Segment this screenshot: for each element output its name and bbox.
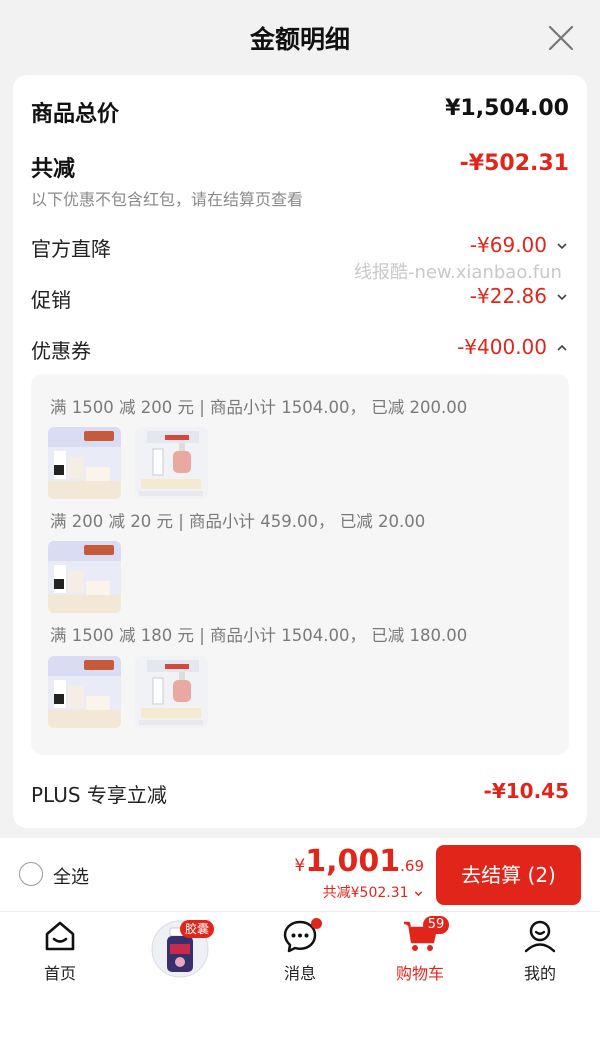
home-icon <box>45 921 75 951</box>
coupon-rule: 满 1500 减 180 元 | 商品小计 1504.00， 已减 180.00 <box>50 626 468 645</box>
discount-row-promotion[interactable]: 促销 -¥22.86 <box>31 284 569 312</box>
coupon-rule: 满 1500 减 200 元 | 商品小计 1504.00， 已减 200.00 <box>50 398 468 417</box>
checkout-button[interactable]: 去结算 (2) <box>436 845 581 905</box>
coupon-rule: 满 200 减 20 元 | 商品小计 459.00， 已减 20.00 <box>50 512 426 531</box>
discount-value: -¥22.86 <box>469 284 547 308</box>
tab-label: 首页 <box>43 964 76 983</box>
tab-home[interactable]: 首页 <box>0 912 120 992</box>
coupon-detail-box: 满 1500 减 200 元 | 商品小计 1504.00， 已减 200.00 <box>31 374 569 755</box>
goods-total-label: 商品总价 <box>31 102 120 127</box>
page-title: 金额明细 <box>249 25 350 54</box>
saving-summary[interactable]: 共减¥502.31 <box>323 882 424 902</box>
discount-label: 优惠券 <box>31 339 91 363</box>
cart-count-badge: 59 <box>423 916 449 934</box>
discount-note: 以下优惠不包含红包，请在结算页查看 <box>31 190 304 209</box>
total-decimal: .69 <box>400 857 424 875</box>
tab-label: 消息 <box>283 964 316 983</box>
tab-profile[interactable]: 我的 <box>480 912 600 992</box>
chevron-down-icon <box>414 890 423 896</box>
select-all-label[interactable]: 全选 <box>53 863 89 889</box>
discount-row-coupon[interactable]: 优惠券 -¥400.00 <box>31 335 569 363</box>
chevron-down-icon <box>557 243 567 250</box>
plus-discount-label: PLUS 专享立减 <box>31 783 167 807</box>
amount-detail-card: 商品总价 ¥1,504.00 共减 -¥502.31 以下优惠不包含红包，请在结… <box>13 75 587 828</box>
goods-total-value: ¥1,504.00 <box>445 96 569 121</box>
product-thumbnail-prona[interactable] <box>48 656 121 728</box>
chevron-down-icon <box>557 294 567 301</box>
tab-capsule[interactable]: 胶囊 <box>120 912 240 992</box>
total-price: ¥1,001.69 <box>294 844 424 879</box>
chevron-up-icon <box>557 344 567 351</box>
discount-row-official[interactable]: 官方直降 -¥69.00 <box>31 233 569 261</box>
goods-total-row: 商品总价 ¥1,504.00 <box>31 96 569 127</box>
total-integer: 1,001 <box>305 844 401 879</box>
product-thumbnail-prona[interactable] <box>48 427 121 499</box>
bottom-tab-bar: 首页 胶囊 消息 59 购物车 我的 <box>0 911 600 1039</box>
discount-value: -¥69.00 <box>469 233 547 257</box>
profile-icon <box>524 920 556 953</box>
discount-value: -¥400.00 <box>457 335 547 359</box>
sheet-header: 金额明细 <box>0 0 600 75</box>
saving-text: 共减¥502.31 <box>322 885 409 901</box>
discount-label: 官方直降 <box>31 237 111 261</box>
plus-discount-value: -¥10.45 <box>483 779 569 803</box>
discount-label: 促销 <box>31 288 71 312</box>
select-all-radio[interactable] <box>19 862 43 886</box>
tab-label: 我的 <box>523 964 556 983</box>
tab-messages[interactable]: 消息 <box>240 912 360 992</box>
product-thumbnail-clinique[interactable] <box>135 427 208 499</box>
plus-discount-row: PLUS 专享立减 -¥10.45 <box>31 779 569 807</box>
unread-dot <box>311 918 322 929</box>
total-discount-row: 共减 -¥502.31 <box>31 151 569 182</box>
product-thumbnail-prona[interactable] <box>48 541 121 613</box>
watermark: 线报酷-new.xianbao.fun <box>354 262 562 283</box>
total-discount-value: -¥502.31 <box>459 151 569 176</box>
close-button[interactable] <box>546 23 576 53</box>
tab-cart[interactable]: 59 购物车 <box>360 912 480 992</box>
tab-label: 购物车 <box>395 964 444 983</box>
checkout-bar: 全选 ¥1,001.69 共减¥502.31 去结算 (2) <box>0 838 600 911</box>
close-icon <box>548 25 574 51</box>
total-discount-label: 共减 <box>31 157 76 182</box>
capsule-badge: 胶囊 <box>180 920 214 938</box>
currency-symbol: ¥ <box>294 856 306 876</box>
product-thumbnail-clinique[interactable] <box>135 656 208 728</box>
